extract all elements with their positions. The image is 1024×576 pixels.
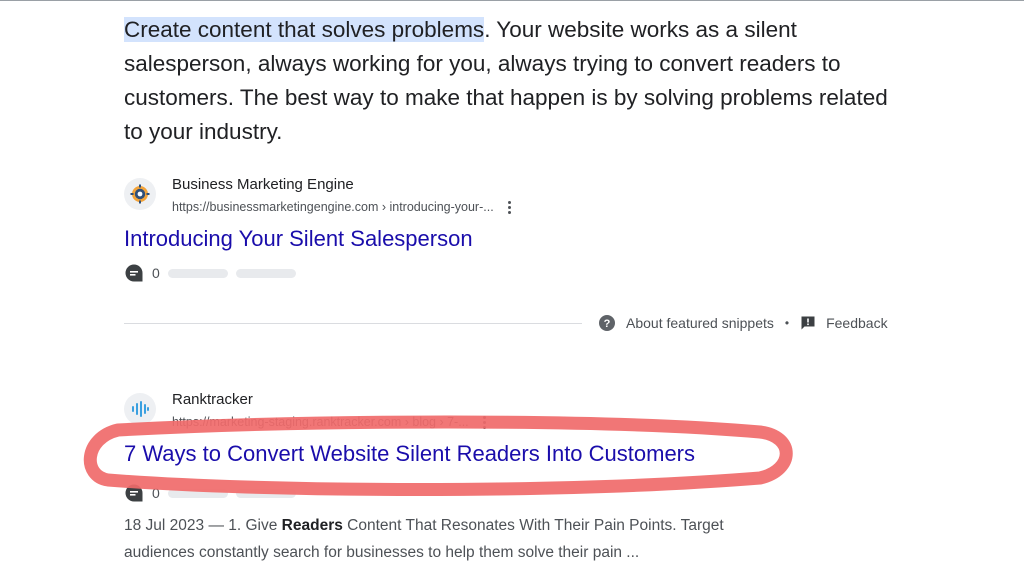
placeholder-bar — [235, 488, 296, 498]
site-url: https://businessmarketingengine.com › in… — [172, 198, 511, 216]
more-options-icon[interactable] — [507, 200, 511, 214]
gear-logo-icon — [130, 184, 150, 204]
separator: • — [784, 316, 790, 330]
result-meta: 0 — [124, 483, 296, 503]
svg-text:?: ? — [604, 318, 611, 330]
about-featured-snippets-link[interactable]: About featured snippets — [626, 315, 774, 331]
site-name: Business Marketing Engine — [172, 176, 354, 193]
result-source-ranktracker[interactable]: Ranktracker https://marketing-staging.ra… — [124, 391, 486, 431]
result-source-business-marketing-engine[interactable]: Business Marketing Engine https://busine… — [124, 176, 511, 216]
result-title-link[interactable]: Introducing Your Silent Salesperson — [124, 225, 473, 253]
comment-icon — [125, 264, 143, 282]
favicon — [124, 178, 156, 210]
placeholder-bar — [167, 488, 228, 498]
feedback-link[interactable]: Feedback — [826, 315, 887, 331]
result-meta: 0 — [124, 263, 296, 283]
help-icon: ? — [599, 315, 615, 331]
comment-count: 0 — [152, 485, 160, 501]
snippet-bold-term: Readers — [281, 517, 343, 534]
top-border — [0, 0, 1024, 1]
site-url: https://marketing-staging.ranktracker.co… — [172, 413, 486, 431]
comment-count: 0 — [152, 265, 160, 281]
url-text: https://businessmarketingengine.com › in… — [172, 200, 494, 214]
snippet-footer: ? About featured snippets • Feedback — [598, 314, 888, 332]
ranktracker-logo-icon — [132, 401, 149, 417]
site-name: Ranktracker — [172, 391, 253, 408]
result-title-link[interactable]: 7 Ways to Convert Website Silent Readers… — [124, 440, 695, 468]
snippet-highlight: Create content that solves problems — [124, 17, 485, 42]
result-snippet: 18 Jul 2023 — 1. Give Readers Content Th… — [124, 512, 784, 566]
feedback-icon — [801, 316, 815, 330]
url-text: https://marketing-staging.ranktracker.co… — [172, 415, 469, 429]
placeholder-bar — [235, 268, 296, 278]
placeholder-bar — [167, 268, 228, 278]
more-options-icon[interactable] — [482, 415, 486, 429]
divider — [124, 323, 582, 324]
comment-icon — [125, 484, 143, 502]
favicon — [124, 393, 156, 425]
snippet-date-prefix: 18 Jul 2023 — 1. Give — [124, 517, 282, 534]
featured-snippet-text: Create content that solves problems. You… — [124, 13, 904, 149]
